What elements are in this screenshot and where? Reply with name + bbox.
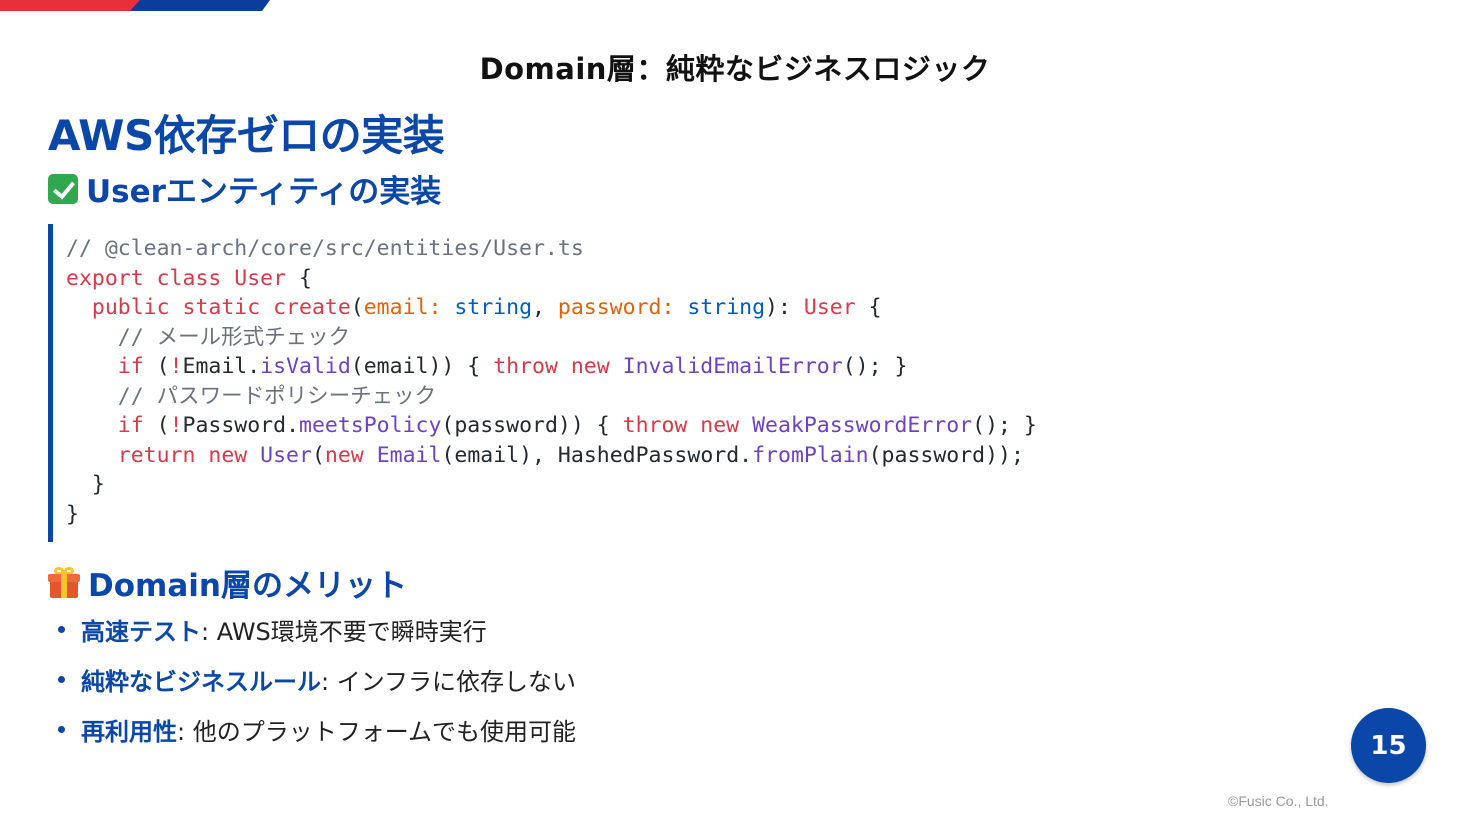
- code-token: User: [803, 295, 856, 320]
- code-token: return new: [66, 442, 248, 468]
- code-token: meetsPolicy: [299, 413, 442, 438]
- code-token: !: [169, 354, 183, 379]
- list-item: 純粋なビジネスルール : インフラに依存しない: [52, 654, 576, 704]
- section-heading-entity: Userエンティティの実装: [48, 166, 441, 211]
- code-token: }: [66, 501, 79, 527]
- list-item: 高速テスト : AWS環境不要で瞬時実行: [52, 604, 576, 654]
- code-token: public static create: [66, 295, 351, 320]
- code-line: if (!Email.isValid(email)) { throw new I…: [66, 352, 1048, 382]
- merit-description: : インフラに依存しない: [321, 667, 576, 696]
- list-item: 再利用性 : 他のプラットフォームでも使用可能: [52, 704, 576, 754]
- code-token: (: [311, 442, 325, 468]
- section-heading-entity-label: Userエンティティの実装: [86, 174, 442, 210]
- code-token: (: [350, 295, 364, 320]
- code-token: if: [66, 413, 144, 438]
- code-token: Password.: [182, 413, 300, 438]
- code-token: string: [454, 295, 533, 320]
- code-token: Email: [376, 442, 442, 468]
- code-token: // @clean-arch/core/src/entities/User.ts: [66, 236, 584, 261]
- code-token: if: [66, 354, 144, 379]
- code-token: {: [855, 295, 882, 320]
- code-token: (email)) {: [350, 354, 494, 379]
- code-token: throw new: [493, 354, 610, 379]
- section-heading-merit-label: Domain層のメリット: [88, 568, 407, 604]
- code-token: password:: [557, 295, 688, 320]
- code-token: ,: [532, 295, 558, 320]
- bullet-dot: [58, 675, 65, 683]
- page-number-badge: 15: [1351, 708, 1426, 783]
- code-token: (); }: [972, 413, 1037, 438]
- code-token: (: [143, 354, 170, 379]
- code-token: isValid: [260, 354, 351, 379]
- code-line: public static create(email: string, pass…: [66, 293, 1048, 323]
- page-title: AWS依存ゼロの実装: [48, 111, 445, 160]
- bullet-dot: [58, 725, 65, 733]
- gift-icon: [48, 566, 80, 599]
- code-token: !: [169, 413, 183, 438]
- code-line: return new User(new Email(email), Hashed…: [66, 441, 1048, 471]
- code-line: // パスワードポリシーチェック: [66, 382, 1048, 412]
- section-heading-merit: Domain層のメリット: [48, 560, 407, 605]
- bullet-dot: [58, 625, 65, 633]
- code-token: {: [286, 265, 312, 291]
- copyright-text: ©Fusic Co., Ltd.: [1228, 793, 1329, 809]
- merit-term: 高速テスト: [81, 617, 201, 646]
- code-token: (password)) {: [441, 413, 623, 438]
- code-token: InvalidEmailError: [622, 354, 843, 379]
- code-token: User: [260, 442, 312, 468]
- code-line: }: [66, 500, 1048, 530]
- merit-description: : 他のプラットフォームでも使用可能: [177, 717, 576, 746]
- merit-description: : AWS環境不要で瞬時実行: [201, 617, 487, 646]
- code-token: (); }: [842, 354, 908, 379]
- code-token: }: [66, 472, 105, 497]
- merit-list: 高速テスト : AWS環境不要で瞬時実行 純粋なビジネスルール : インフラに依…: [52, 604, 576, 754]
- code-token: (email), HashedPassword.: [441, 442, 753, 468]
- code-token: throw new: [622, 413, 740, 438]
- slide-header-title: Domain層：純粋なビジネスロジック: [479, 52, 991, 86]
- code-token: (password));: [868, 442, 1024, 468]
- code-line: export class User {: [66, 264, 1048, 294]
- code-line: // @clean-arch/core/src/entities/User.ts: [66, 234, 1048, 264]
- brand-bar-blue: [130, 0, 270, 11]
- code-token: Email.: [182, 354, 261, 379]
- merit-term: 再利用性: [81, 717, 177, 746]
- code-token: string: [687, 295, 766, 320]
- brand-top-bar: [0, 0, 275, 11]
- code-token: fromPlain: [752, 442, 869, 468]
- merit-term: 純粋なビジネスルール: [81, 667, 321, 696]
- code-token: email:: [363, 295, 455, 320]
- code-token: export class User: [66, 265, 287, 291]
- code-token: // パスワードポリシーチェック: [66, 383, 437, 409]
- check-mark-icon: [48, 173, 78, 204]
- code-line: // メール形式チェック: [66, 323, 1048, 353]
- code-token: ):: [765, 295, 804, 320]
- code-block: // @clean-arch/core/src/entities/User.ts…: [48, 224, 1048, 542]
- code-line: }: [66, 470, 1048, 500]
- brand-bar-red: [0, 0, 140, 11]
- code-token: WeakPasswordError: [752, 413, 973, 438]
- code-token: new: [324, 442, 364, 468]
- code-token: // メール形式チェック: [66, 324, 351, 350]
- code-token: (: [143, 413, 170, 438]
- code-line: if (!Password.meetsPolicy(password)) { t…: [66, 411, 1048, 441]
